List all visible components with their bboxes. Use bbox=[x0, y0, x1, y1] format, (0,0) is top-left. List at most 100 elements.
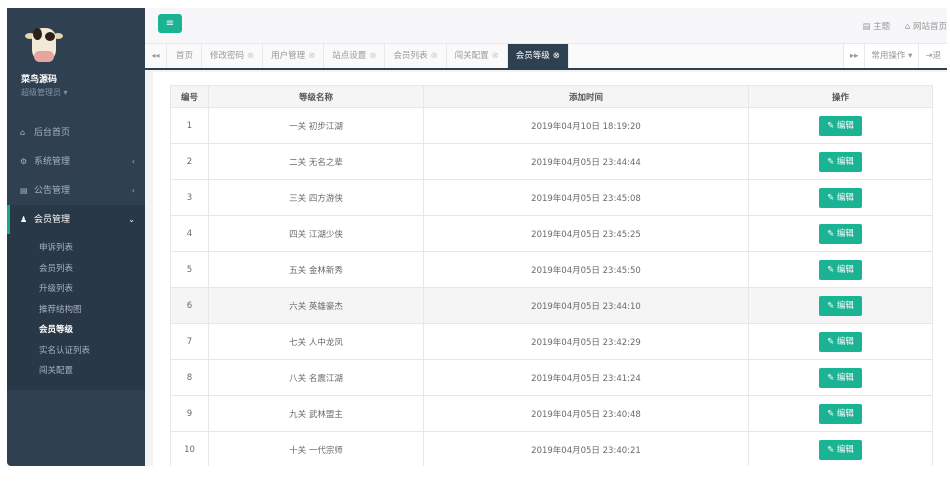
edit-button[interactable]: ✎ 编辑 bbox=[819, 259, 862, 280]
sidebar-subitem-referral-tree[interactable]: 推荐结构图 bbox=[7, 300, 145, 321]
table-row: 9 九关 武林盟主 2019年04月05日 23:40:48 ✎ 编辑 bbox=[170, 395, 933, 432]
cell-actions: ✎ 编辑 bbox=[748, 287, 933, 324]
tabs-next-button[interactable]: ▸▸ bbox=[842, 44, 865, 68]
sidebar-subitem-verification[interactable]: 实名认证列表 bbox=[7, 341, 145, 362]
chevron-left-icon: ‹ bbox=[131, 157, 135, 166]
cell-actions: ✎ 编辑 bbox=[748, 323, 933, 360]
sidebar-item-label: 系统管理 bbox=[34, 157, 71, 167]
tab-label: 会员等级 bbox=[515, 51, 550, 61]
cell-actions: ✎ 编辑 bbox=[748, 215, 933, 252]
cell-id: 8 bbox=[170, 359, 209, 396]
tab-level-config[interactable]: 闯关配置 ⊗ bbox=[447, 44, 508, 68]
close-icon[interactable]: ⊗ bbox=[308, 51, 315, 61]
sidebar-nav: ⌂ 后台首页 ⚙ 系统管理 ‹ ▤ 公告管理 ‹ ♟ 会员管理 ⌄ bbox=[7, 118, 145, 234]
tab-member-levels[interactable]: 会员等级 ⊗ bbox=[507, 44, 569, 68]
cell-level-name: 一关 初步江湖 bbox=[208, 107, 424, 144]
sidebar-subitem-appeals[interactable]: 申诉列表 bbox=[7, 238, 145, 259]
tab-member-list[interactable]: 会员列表 ⊗ bbox=[385, 44, 447, 68]
tab-user-management[interactable]: 用户管理 ⊗ bbox=[263, 44, 325, 68]
cell-actions: ✎ 编辑 bbox=[748, 251, 933, 288]
tab-label: 会员列表 bbox=[393, 51, 428, 61]
edit-button[interactable]: ✎ 编辑 bbox=[819, 151, 862, 172]
close-icon[interactable]: ⊗ bbox=[492, 51, 499, 61]
cell-level-name: 四关 江湖少侠 bbox=[208, 215, 424, 252]
cell-added-time: 2019年04月05日 23:40:21 bbox=[423, 431, 749, 466]
cell-id: 7 bbox=[170, 323, 209, 360]
cell-added-time: 2019年04月05日 23:42:29 bbox=[423, 323, 749, 360]
table-row: 4 四关 江湖少侠 2019年04月05日 23:45:25 ✎ 编辑 bbox=[170, 215, 933, 252]
sidebar-item-system[interactable]: ⚙ 系统管理 ‹ bbox=[7, 147, 145, 176]
common-ops-dropdown[interactable]: 常用操作 ▾ bbox=[864, 44, 919, 68]
table-row: 1 一关 初步江湖 2019年04月10日 18:19:20 ✎ 编辑 bbox=[170, 107, 933, 144]
edit-button[interactable]: ✎ 编辑 bbox=[819, 439, 862, 460]
cell-level-name: 九关 武林盟主 bbox=[208, 395, 424, 432]
sidebar-item-notices[interactable]: ▤ 公告管理 ‹ bbox=[7, 176, 145, 205]
home-icon: ⌂ bbox=[20, 128, 26, 137]
profile-panel: 菜鸟源码 超级管理员 ▾ bbox=[7, 8, 145, 106]
cell-id: 10 bbox=[170, 431, 209, 466]
tab-site-settings[interactable]: 站点设置 ⊗ bbox=[324, 44, 386, 68]
sidebar-subitem-upgrades[interactable]: 升级列表 bbox=[7, 279, 145, 300]
edit-button[interactable]: ✎ 编辑 bbox=[819, 187, 862, 208]
table-row: 2 二关 无名之辈 2019年04月05日 23:44:44 ✎ 编辑 bbox=[170, 143, 933, 180]
close-icon[interactable]: ⊗ bbox=[247, 51, 254, 61]
sidebar-subitem-member-levels[interactable]: 会员等级 bbox=[7, 320, 145, 341]
sidebar-item-members[interactable]: ♟ 会员管理 ⌄ bbox=[7, 205, 145, 234]
cell-actions: ✎ 编辑 bbox=[748, 431, 933, 466]
sidebar: 菜鸟源码 超级管理员 ▾ ⌂ 后台首页 ⚙ 系统管理 ‹ ▤ 公告管理 ‹ ♟ 会员管理… bbox=[7, 8, 145, 466]
cell-added-time: 2019年04月10日 18:19:20 bbox=[423, 107, 749, 144]
table-row: 7 七关 人中龙凤 2019年04月05日 23:42:29 ✎ 编辑 bbox=[170, 323, 933, 360]
avatar-cow-icon[interactable] bbox=[25, 24, 63, 68]
chevron-down-icon: ⌄ bbox=[128, 215, 135, 224]
edit-button[interactable]: ✎ 编辑 bbox=[819, 115, 862, 136]
cell-level-name: 八关 名震江湖 bbox=[208, 359, 424, 396]
cell-id: 5 bbox=[170, 251, 209, 288]
sidebar-item-label: 后台首页 bbox=[34, 128, 71, 138]
tab-label: 用户管理 bbox=[271, 51, 306, 61]
column-header-actions: 操作 bbox=[748, 85, 933, 108]
tab-home[interactable]: 首页 bbox=[168, 44, 203, 68]
cell-actions: ✎ 编辑 bbox=[748, 359, 933, 396]
menu-toggle-button[interactable]: ≡ bbox=[158, 14, 182, 33]
cell-added-time: 2019年04月05日 23:44:44 bbox=[423, 143, 749, 180]
cell-level-name: 七关 人中龙凤 bbox=[208, 323, 424, 360]
cell-id: 9 bbox=[170, 395, 209, 432]
tab-label: 闯关配置 bbox=[454, 51, 489, 61]
tab-label: 站点设置 bbox=[332, 51, 367, 61]
sidebar-subitem-member-list[interactable]: 会员列表 bbox=[7, 259, 145, 280]
cell-added-time: 2019年04月05日 23:44:10 bbox=[423, 287, 749, 324]
sidebar-subitem-level-config[interactable]: 闯关配置 bbox=[7, 361, 145, 382]
logout-button[interactable]: ⇥退 bbox=[918, 44, 947, 68]
edit-button[interactable]: ✎ 编辑 bbox=[819, 331, 862, 352]
cell-added-time: 2019年04月05日 23:41:24 bbox=[423, 359, 749, 396]
table-header-row: 编号 等级名称 添加时间 操作 bbox=[170, 85, 933, 108]
tabs: 首页 修改密码 ⊗ 用户管理 ⊗ 站点设置 ⊗ 会员列表 ⊗ 闯关配置 ⊗ 会员等级 ⊗ bbox=[168, 44, 569, 68]
theme-link[interactable]: ▤ 主题 bbox=[862, 22, 890, 32]
cell-level-name: 五关 金林新秀 bbox=[208, 251, 424, 288]
cell-id: 6 bbox=[170, 287, 209, 324]
edit-button[interactable]: ✎ 编辑 bbox=[819, 403, 862, 424]
content-panel: 编号 等级名称 添加时间 操作 1 一关 初步江湖 2019年04月10日 18:1… bbox=[153, 72, 947, 466]
table-body: 1 一关 初步江湖 2019年04月10日 18:19:20 ✎ 编辑 2 二关 无名之辈… bbox=[170, 107, 933, 466]
edit-button[interactable]: ✎ 编辑 bbox=[819, 223, 862, 244]
table-row: 8 八关 名震江湖 2019年04月05日 23:41:24 ✎ 编辑 bbox=[170, 359, 933, 396]
column-header-id: 编号 bbox=[170, 85, 209, 108]
close-icon[interactable]: ⊗ bbox=[553, 51, 560, 61]
member-level-table: 编号 等级名称 添加时间 操作 1 一关 初步江湖 2019年04月10日 18:1… bbox=[170, 85, 933, 466]
sidebar-item-dashboard[interactable]: ⌂ 后台首页 bbox=[7, 118, 145, 147]
gear-icon: ⚙ bbox=[20, 157, 28, 166]
tab-tools: ▸▸ 常用操作 ▾ ⇥退 bbox=[842, 44, 947, 68]
close-icon[interactable]: ⊗ bbox=[430, 51, 437, 61]
cell-level-name: 三关 四方游侠 bbox=[208, 179, 424, 216]
site-home-link[interactable]: ⌂ 网站首页 bbox=[905, 22, 947, 32]
tab-change-password[interactable]: 修改密码 ⊗ bbox=[202, 44, 264, 68]
cell-id: 4 bbox=[170, 215, 209, 252]
edit-button[interactable]: ✎ 编辑 bbox=[819, 367, 862, 388]
sidebar-item-label: 会员管理 bbox=[34, 215, 71, 225]
cell-added-time: 2019年04月05日 23:45:50 bbox=[423, 251, 749, 288]
cell-level-name: 十关 一代宗师 bbox=[208, 431, 424, 466]
edit-button[interactable]: ✎ 编辑 bbox=[819, 295, 862, 316]
profile-role-dropdown[interactable]: 超级管理员 ▾ bbox=[21, 87, 145, 98]
close-icon[interactable]: ⊗ bbox=[369, 51, 376, 61]
tabs-prev-button[interactable]: ◂◂ bbox=[145, 44, 167, 68]
